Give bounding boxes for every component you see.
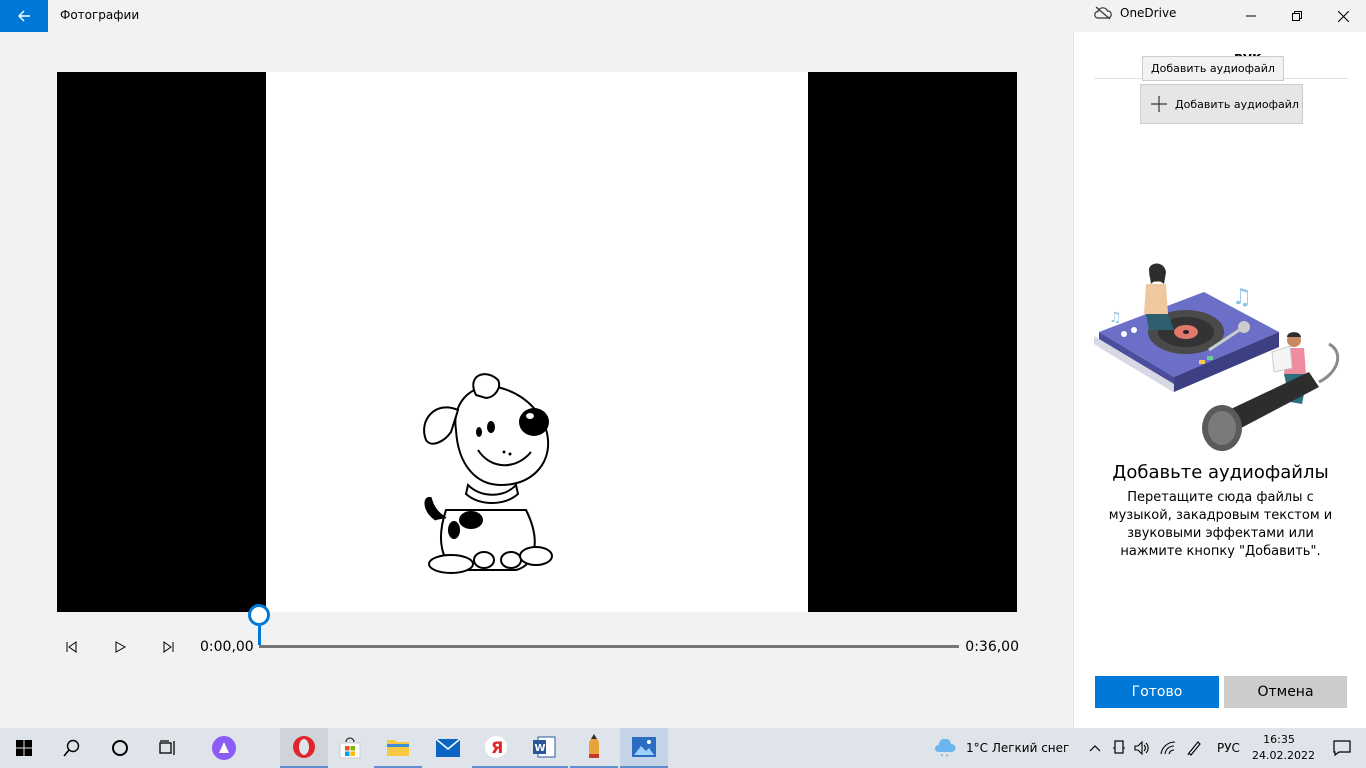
minimize-button[interactable] <box>1228 0 1274 32</box>
current-time: 0:00,00 <box>200 639 254 655</box>
editor-area: 0:00,00 0:36,00 <box>0 32 1073 728</box>
notification-icon <box>1333 740 1351 756</box>
tooltip: Добавить аудиофайл <box>1142 56 1284 81</box>
input-language[interactable]: РУС <box>1217 741 1240 755</box>
cloud-snow-icon <box>935 739 956 757</box>
mail-icon <box>436 739 460 757</box>
photos-app[interactable] <box>620 728 668 768</box>
device-icon <box>1113 740 1125 754</box>
back-button[interactable] <box>0 0 48 32</box>
onedrive-status[interactable]: OneDrive <box>1094 6 1176 20</box>
microsoft-store-icon <box>339 737 361 759</box>
step-back-icon <box>66 641 77 653</box>
play-icon <box>115 641 126 653</box>
app-title: Фотографии <box>60 8 140 22</box>
close-icon <box>1337 10 1349 22</box>
chevron-up-icon <box>1089 745 1101 752</box>
wifi-icon <box>1160 741 1176 755</box>
pen-workspace-button[interactable] <box>1182 728 1206 768</box>
title-bar: Фотографии OneDrive <box>0 0 1366 32</box>
windows-logo-icon <box>16 740 32 756</box>
timeline-track[interactable] <box>259 645 959 648</box>
alice-button[interactable] <box>200 728 248 768</box>
yandex-icon: Я <box>485 736 507 758</box>
paint-app[interactable] <box>570 728 618 768</box>
volume-icon <box>1134 741 1149 755</box>
task-view-icon <box>159 740 175 755</box>
alice-assistant-icon <box>212 736 236 760</box>
onedrive-label: OneDrive <box>1120 6 1177 20</box>
empty-state-description: Перетащите сюда файлы с музыкой, закадро… <box>1108 490 1333 559</box>
task-view-button[interactable] <box>144 728 192 768</box>
taskbar: Я W 1°C Легкий снег РУС 16:35 24.02.2022 <box>0 728 1366 768</box>
start-button[interactable] <box>0 728 48 768</box>
notifications-button[interactable] <box>1318 728 1366 768</box>
playback-controls: 0:00,00 0:36,00 <box>57 604 1019 662</box>
cloud-offline-icon <box>1094 6 1112 20</box>
search-icon <box>63 739 80 757</box>
folder-icon <box>387 740 409 756</box>
empty-state-heading: Добавьте аудиофайлы <box>1112 462 1329 483</box>
opera-icon <box>293 736 315 758</box>
network-button[interactable] <box>1156 728 1180 768</box>
show-hidden-icons-button[interactable] <box>1083 728 1107 768</box>
clock-date: 24.02.2022 <box>1252 749 1315 762</box>
cortana-button[interactable] <box>96 728 144 768</box>
add-audio-button[interactable]: Добавить аудиофайл <box>1140 84 1303 124</box>
clock-time: 16:35 <box>1263 733 1295 746</box>
opera-app[interactable] <box>280 728 328 768</box>
total-duration: 0:36,00 <box>965 639 1019 655</box>
preview-frame <box>266 72 808 612</box>
file-explorer-app[interactable] <box>374 728 422 768</box>
word-app[interactable]: W <box>520 728 568 768</box>
arrow-left-icon <box>18 10 30 22</box>
cancel-button[interactable]: Отмена <box>1224 676 1347 708</box>
clock[interactable]: 16:35 24.02.2022 <box>1252 732 1315 764</box>
word-icon: W <box>533 736 556 758</box>
done-button[interactable]: Готово <box>1095 676 1219 708</box>
video-preview <box>57 72 1017 612</box>
svg-text:♫: ♫ <box>1109 310 1122 326</box>
previous-frame-button[interactable] <box>61 636 83 658</box>
mail-app[interactable] <box>424 728 472 768</box>
yandex-browser-app[interactable]: Я <box>472 728 520 768</box>
music-illustration: ♫ ♫ <box>1094 263 1340 451</box>
svg-text:♫: ♫ <box>1232 285 1252 310</box>
step-forward-icon <box>163 641 174 653</box>
playhead-handle[interactable] <box>248 604 270 626</box>
restore-button[interactable] <box>1274 0 1320 32</box>
search-button[interactable] <box>48 728 96 768</box>
svg-text:Я: Я <box>491 738 503 757</box>
weather-widget[interactable] <box>930 728 960 768</box>
next-frame-button[interactable] <box>157 636 179 658</box>
play-button[interactable] <box>109 636 131 658</box>
pen-icon <box>1187 741 1201 756</box>
add-audio-label: Добавить аудиофайл <box>1175 97 1299 111</box>
tray-device-icon[interactable] <box>1107 728 1131 768</box>
weather-text[interactable]: 1°C Легкий снег <box>966 741 1069 755</box>
volume-button[interactable] <box>1130 728 1154 768</box>
close-button[interactable] <box>1320 0 1366 32</box>
restore-icon <box>1292 11 1302 21</box>
minimize-icon <box>1246 15 1256 17</box>
plus-icon <box>1151 96 1167 112</box>
dog-cartoon-image <box>423 373 553 574</box>
photos-icon <box>632 737 656 757</box>
svg-text:W: W <box>535 743 546 754</box>
cortana-circle-icon <box>112 740 128 756</box>
audio-panel: Добавить звук Добавить аудиофайл Добавит… <box>1073 32 1366 728</box>
pencil-icon <box>589 734 599 758</box>
store-app[interactable] <box>326 728 374 768</box>
